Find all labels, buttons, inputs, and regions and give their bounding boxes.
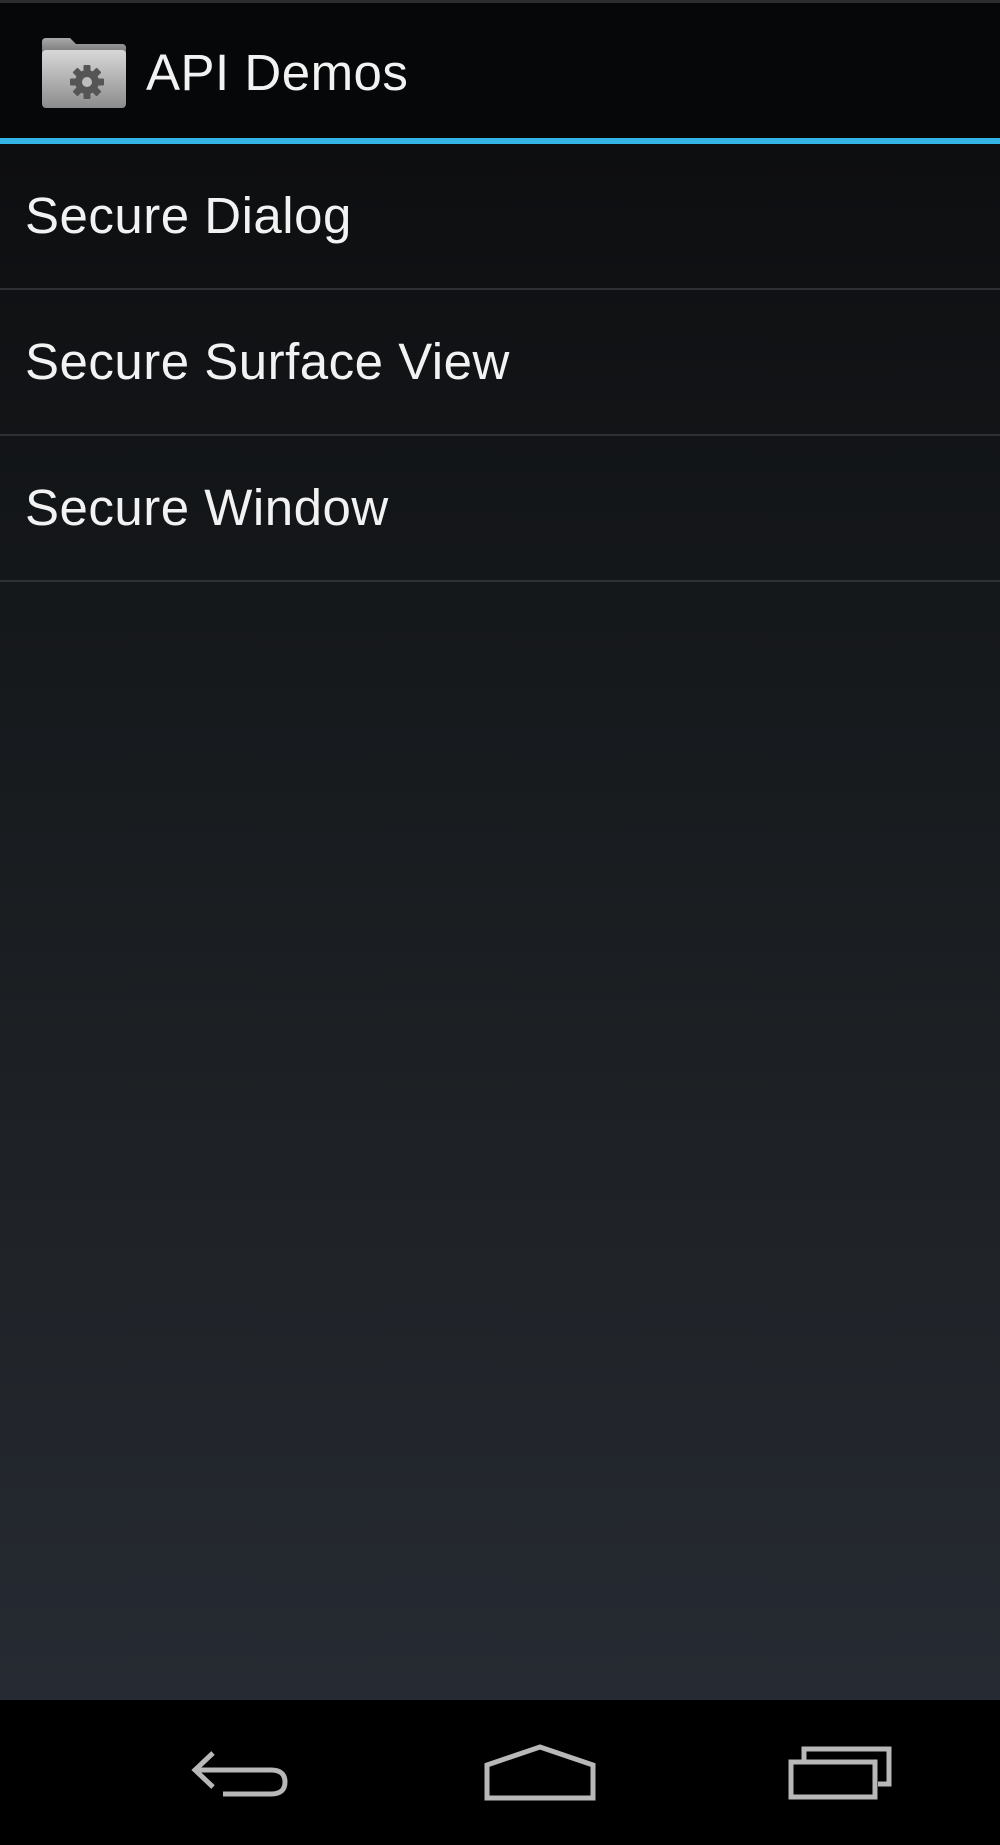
folder-gear-icon[interactable] bbox=[40, 36, 128, 110]
demo-list: Secure Dialog Secure Surface View Secure… bbox=[0, 144, 1000, 582]
navigation-bar bbox=[0, 1700, 1000, 1845]
list-item-label: Secure Window bbox=[25, 479, 389, 536]
back-button[interactable] bbox=[140, 1700, 340, 1845]
recent-apps-button[interactable] bbox=[740, 1700, 940, 1845]
list-item-secure-window[interactable]: Secure Window bbox=[0, 436, 1000, 582]
app-title: API Demos bbox=[146, 44, 409, 101]
list-item-secure-dialog[interactable]: Secure Dialog bbox=[0, 144, 1000, 290]
list-item-secure-surface-view[interactable]: Secure Surface View bbox=[0, 290, 1000, 436]
screen: API Demos Secure Dialog Secure Surface V… bbox=[0, 0, 1000, 1845]
back-arrow-icon bbox=[189, 1746, 291, 1800]
list-item-label: Secure Dialog bbox=[25, 187, 352, 244]
action-bar: API Demos bbox=[0, 3, 1000, 138]
home-icon bbox=[484, 1743, 596, 1803]
home-button[interactable] bbox=[440, 1700, 640, 1845]
list-item-label: Secure Surface View bbox=[25, 333, 510, 390]
content-area: Secure Dialog Secure Surface View Secure… bbox=[0, 144, 1000, 1700]
recent-apps-icon bbox=[787, 1746, 893, 1800]
